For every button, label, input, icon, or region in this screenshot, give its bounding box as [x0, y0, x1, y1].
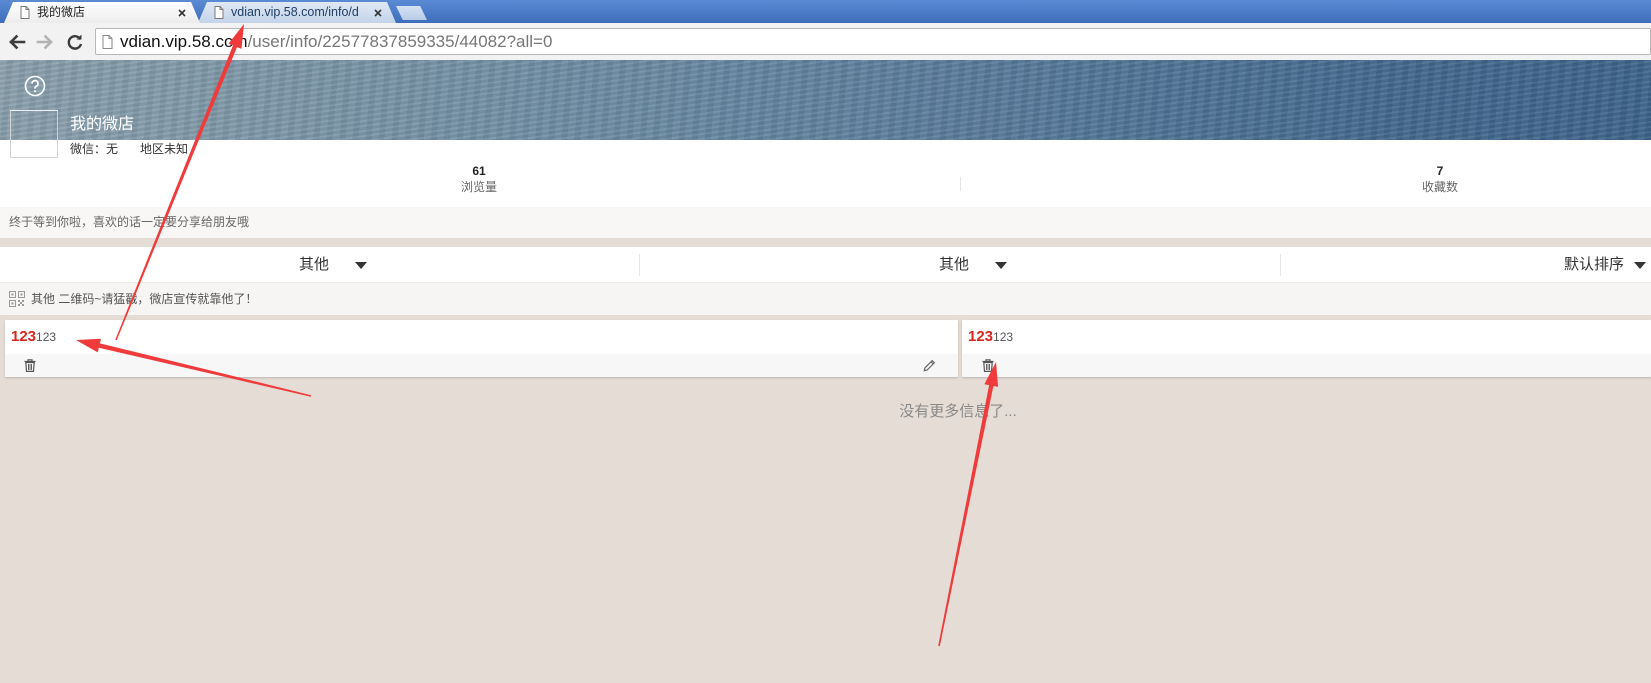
page-icon [20, 6, 30, 19]
filter-divider [639, 254, 640, 276]
item-text: 123 [993, 330, 1014, 344]
avatar[interactable] [10, 110, 58, 158]
page-icon [102, 35, 113, 49]
shop-banner [0, 60, 1651, 140]
stat-value: 7 [1436, 164, 1444, 178]
qr-notice-text: 其他 二维码~请猛戳，微店宣传就靠他了！ [31, 292, 258, 306]
item-actions [5, 354, 958, 377]
item-title[interactable]: 123123 [11, 320, 56, 354]
trash-icon[interactable] [982, 359, 994, 372]
item-text: 123 [36, 330, 57, 344]
filter-category-dropdown[interactable]: 其他 [299, 247, 329, 282]
url-path: /user/info/22577837859335/44082?all=0 [247, 32, 553, 51]
qr-code-icon [9, 291, 25, 307]
tab-title: vdian.vip.58.com/info/d [231, 5, 359, 19]
shop-description: 终于等到你啦，喜欢的话一定要分享给朋友哦 [0, 207, 1651, 238]
stat-label: 收藏数 [1421, 180, 1458, 194]
tab-title: 我的微店 [37, 5, 86, 19]
chevron-down-icon[interactable] [995, 262, 1007, 269]
item-title[interactable]: 123123 [968, 320, 1013, 354]
wechat-info: 微信：无 [70, 142, 119, 156]
back-arrow-icon[interactable] [7, 32, 27, 52]
item-actions [962, 354, 1651, 377]
stat-value: 61 [472, 164, 486, 178]
filter-bar: 其他 其他 默认排序 [0, 247, 1651, 282]
browser-toolbar: vdian.vip.58.com/user/info/2257783785933… [0, 23, 1651, 60]
filter-type-dropdown[interactable]: 其他 [939, 247, 969, 282]
page-icon [214, 6, 224, 19]
tab-vdian-info[interactable]: vdian.vip.58.com/info/d [198, 2, 396, 23]
item-highlight: 123 [968, 328, 994, 345]
new-tab-button[interactable] [396, 6, 427, 20]
close-icon[interactable] [374, 9, 382, 17]
stat-views: 61 浏览量 [379, 164, 579, 196]
pencil-icon[interactable] [923, 359, 936, 372]
trash-icon[interactable] [24, 359, 36, 372]
region-info: 地区未知 [140, 142, 189, 156]
sort-dropdown[interactable]: 默认排序 [1564, 247, 1624, 282]
forward-arrow-icon[interactable] [35, 32, 55, 52]
address-url[interactable]: vdian.vip.58.com/user/info/2257783785933… [120, 29, 552, 54]
chevron-down-icon[interactable] [1634, 262, 1646, 269]
item-card[interactable]: 123123 [962, 320, 1651, 377]
stat-label: 浏览量 [460, 180, 497, 194]
stat-favorites: 7 收藏数 [1340, 164, 1540, 196]
address-bar[interactable]: vdian.vip.58.com/user/info/2257783785933… [95, 28, 1651, 55]
qr-notice-bar[interactable]: 其他 二维码~请猛戳，微店宣传就靠他了！ [0, 282, 1651, 315]
description-text: 终于等到你啦，喜欢的话一定要分享给朋友哦 [9, 215, 250, 229]
question-circle-icon[interactable] [24, 75, 46, 97]
item-highlight: 123 [11, 328, 37, 345]
reload-icon[interactable] [65, 32, 85, 52]
item-card[interactable]: 123123 [5, 320, 958, 377]
url-host: vdian.vip.58.com [120, 32, 248, 51]
shop-name: 我的微店 [70, 116, 135, 133]
stat-divider [960, 177, 961, 191]
filter-divider [1280, 254, 1281, 276]
close-icon[interactable] [178, 9, 186, 17]
browser-tab-bar: 我的微店 vdian.vip.58.com/info/d [0, 0, 1651, 23]
no-more-items-text: 没有更多信息了... [899, 403, 1017, 420]
tab-my-shop[interactable]: 我的微店 [4, 2, 200, 23]
chevron-down-icon[interactable] [355, 262, 367, 269]
